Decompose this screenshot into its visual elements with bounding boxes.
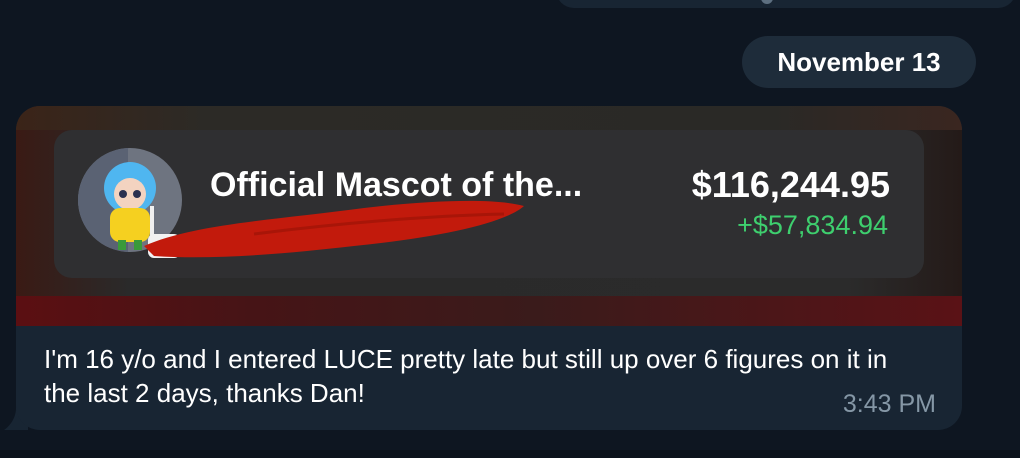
- media-bottom-strip: [16, 296, 962, 326]
- previous-message-bubble[interactable]: [556, 0, 1016, 8]
- message-text: I'm 16 y/o and I entered LUCE pretty lat…: [44, 344, 888, 408]
- screenshot-media[interactable]: Official Mascot of the... $116,244.95 +$…: [16, 106, 962, 326]
- chat-bottom-edge: [0, 450, 1020, 458]
- token-position-card: Official Mascot of the... $116,244.95 +$…: [54, 130, 924, 278]
- message-bubble[interactable]: Official Mascot of the... $116,244.95 +$…: [16, 106, 962, 430]
- position-gain: +$57,834.94: [737, 210, 888, 240]
- token-title: Official Mascot of the...: [210, 166, 583, 204]
- previous-message-reaction-icon: [761, 0, 773, 4]
- media-top-strip: [16, 106, 962, 130]
- position-value: $116,244.95: [691, 164, 890, 205]
- date-separator: November 13: [742, 36, 976, 88]
- message-timestamp: 3:43 PM: [842, 390, 936, 418]
